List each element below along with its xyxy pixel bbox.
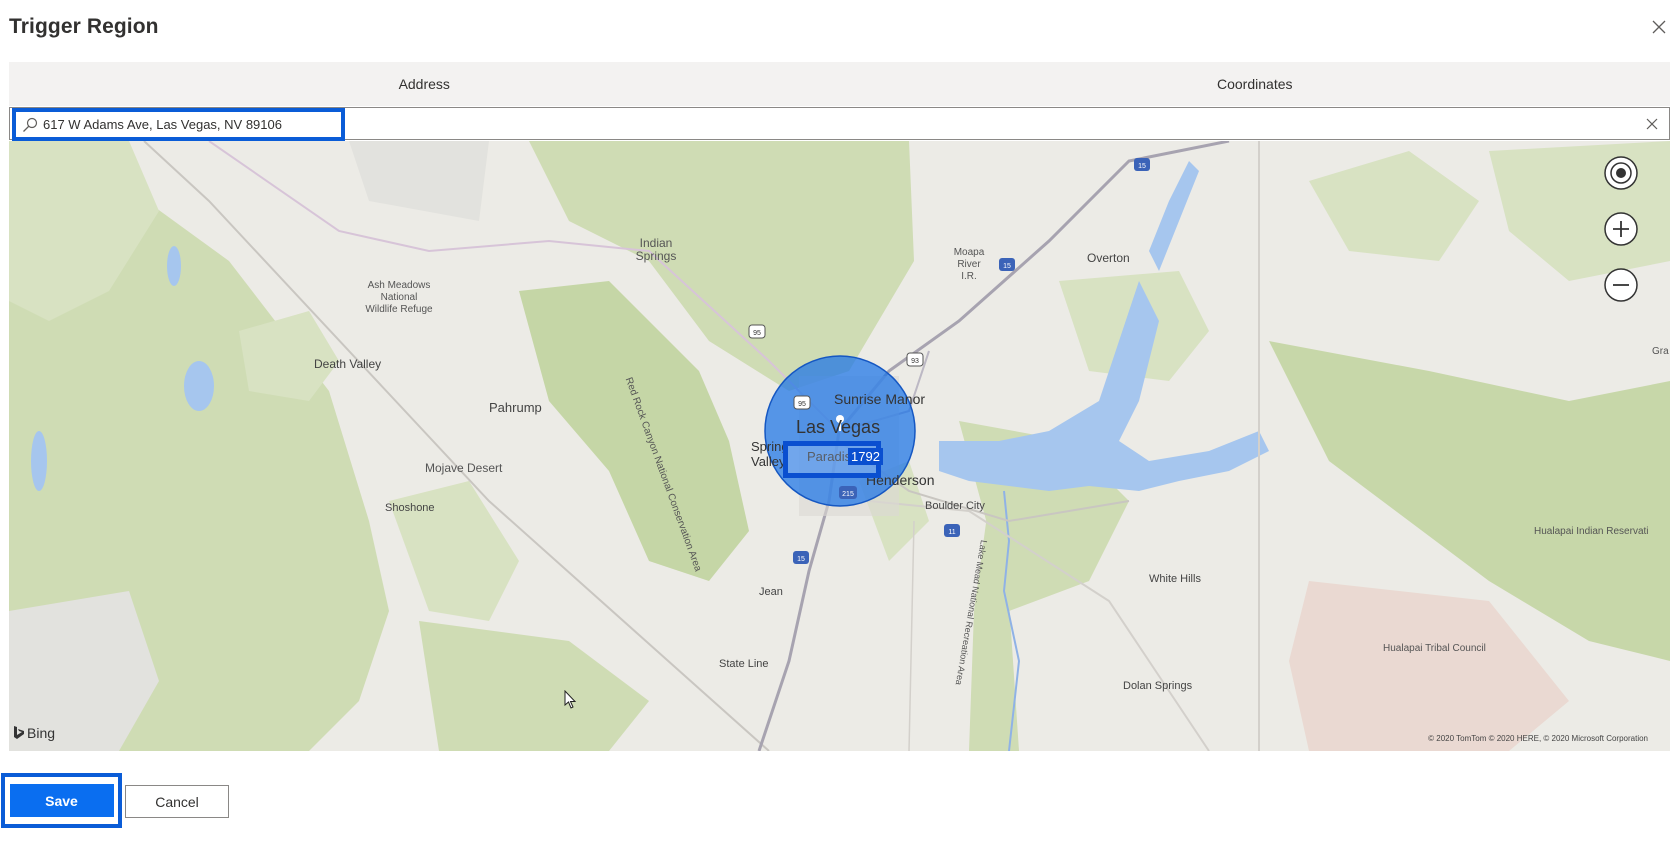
save-button[interactable]: Save — [9, 784, 114, 817]
svg-text:93: 93 — [911, 358, 919, 365]
map-label-grand: Gra — [1652, 346, 1669, 357]
dialog-title: Trigger Region — [9, 15, 159, 38]
map-label-mojave-desert: Mojave Desert — [425, 461, 503, 475]
map-label-las-vegas: Las Vegas — [796, 417, 881, 437]
bing-label: Bing — [27, 725, 56, 741]
map-label-hualapai-reservation: Hualapai Indian Reservati — [1534, 526, 1649, 537]
map-label-moapa: Moapa River I.R. — [953, 247, 985, 282]
map-label-state-line: State Line — [719, 658, 769, 670]
map-label-overton: Overton — [1087, 251, 1130, 265]
map-label-sunrise-manor: Sunrise Manor — [834, 391, 926, 407]
location-mode-tabs: Address Coordinates — [9, 62, 1670, 106]
address-search-input[interactable] — [43, 117, 323, 132]
svg-text:15: 15 — [1003, 263, 1011, 270]
map-label-shoshone: Shoshone — [385, 502, 435, 514]
svg-text:215: 215 — [842, 491, 854, 498]
close-dialog-button[interactable] — [1646, 14, 1672, 40]
map-label-dolan-springs: Dolan Springs — [1123, 680, 1193, 692]
map-label-hualapai-council: Hualapai Tribal Council — [1383, 643, 1486, 654]
svg-text:95: 95 — [753, 330, 761, 337]
map-label-indian-springs: Indian Springs — [635, 236, 677, 263]
locate-icon[interactable] — [1603, 155, 1639, 191]
zoom-in-icon[interactable] — [1603, 211, 1639, 247]
map-label-ash-meadows: Ash Meadows National Wildlife Refuge — [365, 280, 433, 315]
svg-text:15: 15 — [1138, 163, 1146, 170]
map-label-jean: Jean — [759, 586, 783, 598]
close-icon — [1652, 20, 1666, 34]
address-search-bar — [9, 107, 1670, 141]
cancel-button[interactable]: Cancel — [125, 785, 229, 818]
search-icon — [23, 117, 38, 132]
clear-search-icon[interactable] — [1643, 115, 1661, 133]
map-label-pahrump: Pahrump — [489, 400, 542, 415]
bing-logo: Bing — [13, 725, 55, 741]
svg-text:95: 95 — [798, 401, 806, 408]
tab-address[interactable]: Address — [9, 62, 840, 106]
radius-label[interactable]: 1792 — [848, 448, 883, 465]
address-search-highlight — [12, 108, 345, 141]
map-label-boulder-city: Boulder City — [925, 500, 985, 512]
svg-text:15: 15 — [797, 556, 805, 563]
save-button-highlight: Save — [1, 773, 122, 828]
svg-text:11: 11 — [948, 529, 955, 536]
map-label-white-hills: White Hills — [1149, 573, 1201, 585]
zoom-out-icon[interactable] — [1603, 267, 1639, 303]
tab-coordinates[interactable]: Coordinates — [840, 62, 1671, 106]
mouse-cursor-icon — [564, 690, 577, 709]
bing-icon — [14, 726, 24, 739]
map-copyright: © 2020 TomTom © 2020 HERE, © 2020 Micros… — [1428, 734, 1648, 743]
map-label-death-valley: Death Valley — [314, 357, 382, 371]
